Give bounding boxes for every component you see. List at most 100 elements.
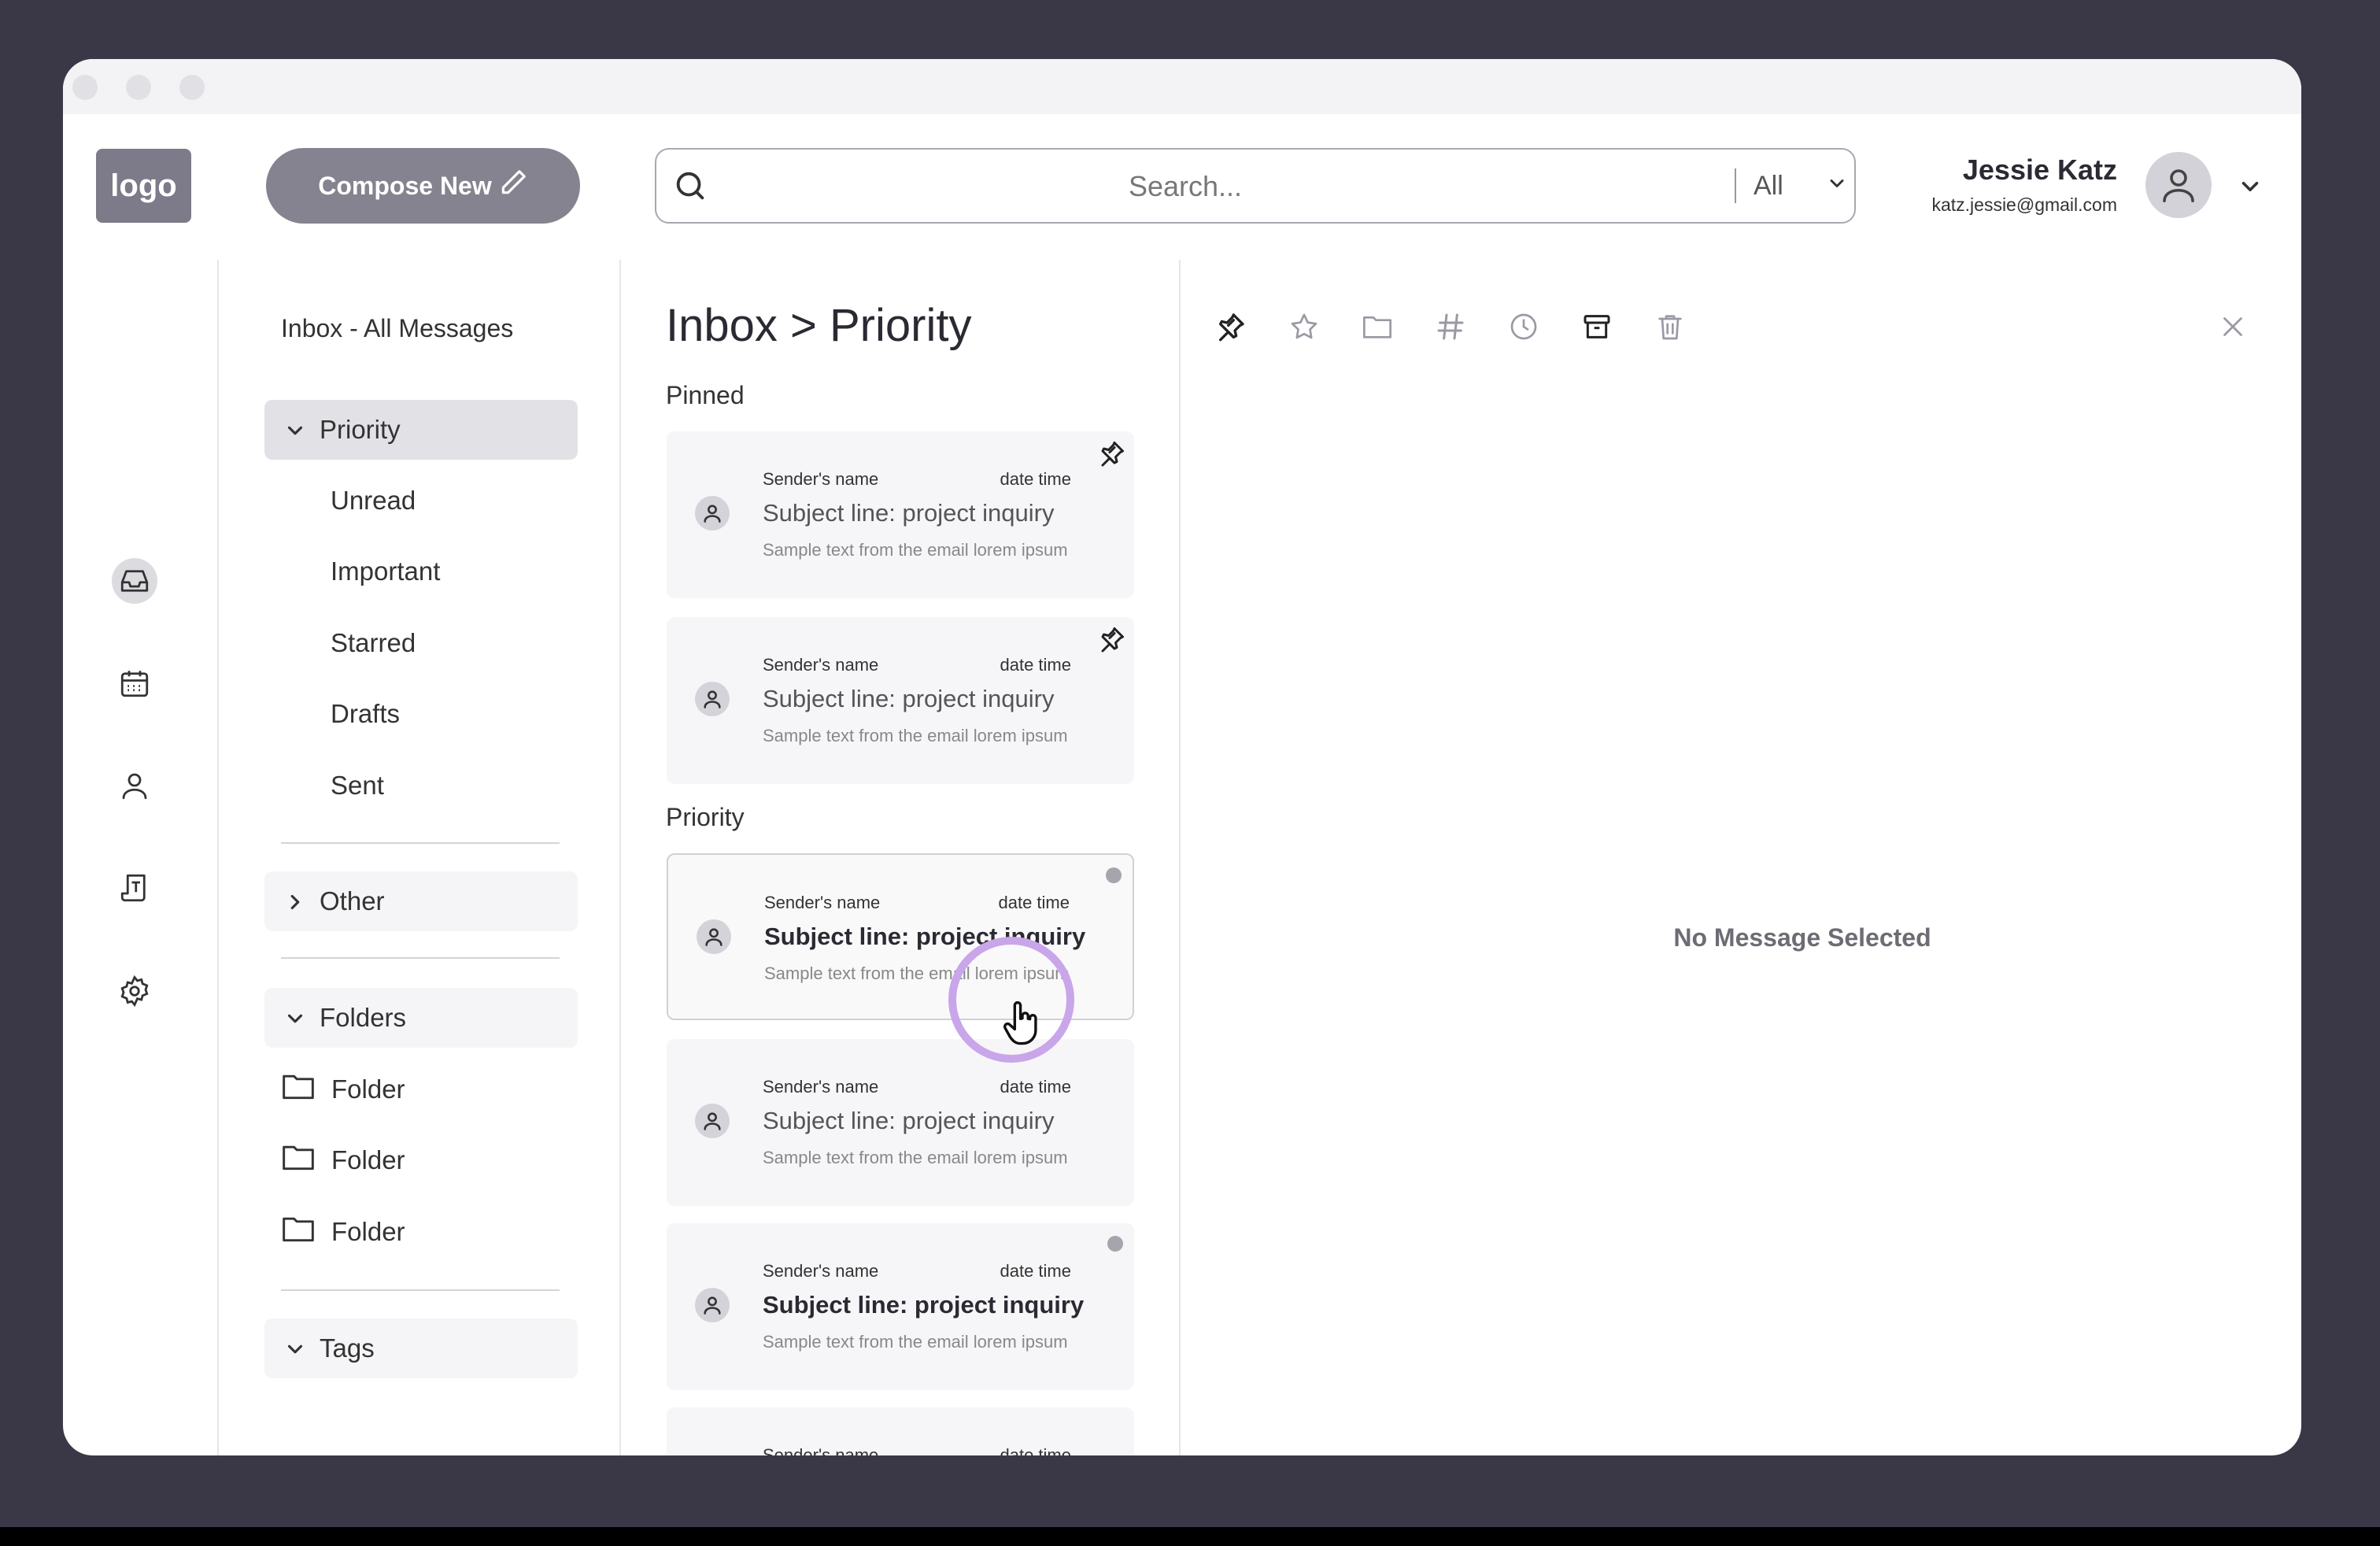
account-menu-chevron-icon[interactable] xyxy=(2237,173,2264,204)
message-subject: Subject line: project inquiry xyxy=(763,499,1055,527)
message-card-priority[interactable]: Sender's name date time xyxy=(667,1407,1134,1455)
star-icon[interactable] xyxy=(1287,309,1321,344)
title-bar xyxy=(63,59,2301,114)
message-date: date time xyxy=(1000,1445,1072,1455)
message-card-pinned[interactable]: Sender's name date time Subject line: pr… xyxy=(667,617,1134,784)
empty-state-text: No Message Selected xyxy=(1673,923,1931,952)
message-preview: Sample text from the email lorem ipsum xyxy=(763,1332,1068,1352)
message-date: date time xyxy=(1000,1077,1072,1097)
message-card-priority[interactable]: Sender's name date time Subject line: pr… xyxy=(667,1039,1134,1206)
nav-divider-2 xyxy=(281,957,560,959)
chevron-right-icon xyxy=(283,890,307,920)
pin-icon[interactable] xyxy=(1214,309,1248,344)
search-filter-select[interactable]: All xyxy=(1754,157,1848,214)
search-bar: All xyxy=(655,148,1856,224)
chevron-down-icon xyxy=(283,1337,307,1367)
sender-name: Sender's name xyxy=(764,893,881,912)
search-input[interactable] xyxy=(727,150,1643,224)
message-card-priority[interactable]: Sender's name date time Subject line: pr… xyxy=(667,1223,1134,1390)
close-window-button[interactable] xyxy=(72,75,98,100)
message-preview: Sample text from the email lorem ipsum xyxy=(763,540,1068,560)
nav-divider xyxy=(619,260,621,1455)
sender-avatar xyxy=(695,1288,730,1322)
message-subject: Subject line: project inquiry xyxy=(763,685,1055,712)
priority-section-label: Priority xyxy=(666,803,745,831)
nav-folder-item[interactable]: Folder xyxy=(281,1215,405,1249)
message-subject: Subject line: project inquiry xyxy=(763,1107,1055,1134)
nav-divider-3 xyxy=(281,1289,560,1291)
nav-priority-section[interactable]: Priority xyxy=(264,400,578,460)
nav-item-sent[interactable]: Sent xyxy=(331,771,384,801)
sender-avatar xyxy=(695,496,730,531)
calendar-icon[interactable] xyxy=(112,660,157,706)
nav-all-messages[interactable]: Inbox - All Messages xyxy=(281,314,513,343)
folder-icon xyxy=(281,1071,316,1108)
nav-other-label: Other xyxy=(320,886,385,915)
pin-icon[interactable] xyxy=(1098,625,1126,657)
message-preview: Sample text from the email lorem ipsum xyxy=(763,1148,1068,1167)
nav-item-drafts[interactable]: Drafts xyxy=(331,699,400,729)
hand-cursor-icon xyxy=(1000,997,1045,1052)
trash-icon[interactable] xyxy=(1653,309,1687,344)
folder-label: Folder xyxy=(331,1217,405,1246)
chevron-down-icon xyxy=(1826,171,1848,202)
nav-other-section[interactable]: Other xyxy=(264,871,578,931)
folder-icon[interactable] xyxy=(1360,309,1395,344)
maximize-window-button[interactable] xyxy=(179,75,205,100)
nav-folders-section[interactable]: Folders xyxy=(264,988,578,1048)
nav-folder-item[interactable]: Folder xyxy=(281,1072,405,1107)
unread-indicator xyxy=(1106,867,1122,883)
sender-name: Sender's name xyxy=(763,469,879,489)
contacts-icon[interactable] xyxy=(112,763,157,808)
hashtag-icon[interactable] xyxy=(1433,309,1468,344)
app-window: logo Compose New All Jessie Katz katz.je… xyxy=(63,59,2301,1455)
rail-divider xyxy=(217,260,219,1455)
sender-name: Sender's name xyxy=(763,1077,879,1097)
message-date: date time xyxy=(998,893,1070,912)
message-preview: Sample text from the email lorem ipsum xyxy=(763,726,1068,745)
sender-name: Sender's name xyxy=(763,655,879,675)
nav-item-important[interactable]: Important xyxy=(331,557,440,586)
message-date: date time xyxy=(1000,469,1072,489)
nav-divider-1 xyxy=(281,842,560,844)
folder-label: Folder xyxy=(331,1145,405,1174)
message-card-pinned[interactable]: Sender's name date time Subject line: pr… xyxy=(667,431,1134,598)
list-divider xyxy=(1179,260,1181,1455)
message-date: date time xyxy=(1000,1261,1072,1281)
folder-icon xyxy=(281,1142,316,1178)
archive-icon[interactable] xyxy=(1580,309,1614,344)
sender-avatar xyxy=(695,682,730,716)
folder-icon xyxy=(281,1214,316,1250)
nav-folder-item[interactable]: Folder xyxy=(281,1143,405,1178)
sender-name: Sender's name xyxy=(763,1445,879,1455)
pinned-section-label: Pinned xyxy=(666,381,745,409)
pin-icon[interactable] xyxy=(1098,439,1126,472)
user-name: Jessie Katz xyxy=(1962,153,2117,186)
message-subject: Subject line: project inquiry xyxy=(763,1291,1085,1319)
compose-button[interactable]: Compose New xyxy=(266,148,580,224)
sender-name: Sender's name xyxy=(763,1261,879,1281)
search-icon[interactable] xyxy=(672,168,708,208)
avatar[interactable] xyxy=(2145,152,2212,218)
settings-icon[interactable] xyxy=(112,968,157,1014)
search-divider xyxy=(1735,168,1736,203)
pencil-icon xyxy=(498,168,528,204)
nav-folders-label: Folders xyxy=(320,1003,407,1032)
compose-label: Compose New xyxy=(318,171,492,200)
screen-bottom-bar xyxy=(0,1527,2380,1546)
chevron-down-icon xyxy=(283,419,307,449)
logo: logo xyxy=(96,149,191,223)
close-icon[interactable] xyxy=(2216,309,2250,344)
sender-avatar xyxy=(697,919,731,954)
inbox-icon[interactable] xyxy=(112,558,157,604)
nav-tags-section[interactable]: Tags xyxy=(264,1319,578,1378)
message-date: date time xyxy=(1000,655,1072,675)
unread-indicator xyxy=(1107,1236,1123,1252)
nav-item-unread[interactable]: Unread xyxy=(331,486,416,516)
minimize-window-button[interactable] xyxy=(126,75,151,100)
notes-icon[interactable] xyxy=(112,865,157,911)
nav-item-starred[interactable]: Starred xyxy=(331,628,416,658)
chevron-down-icon xyxy=(283,1007,307,1037)
clock-icon[interactable] xyxy=(1506,309,1541,344)
nav-priority-label: Priority xyxy=(320,415,401,444)
